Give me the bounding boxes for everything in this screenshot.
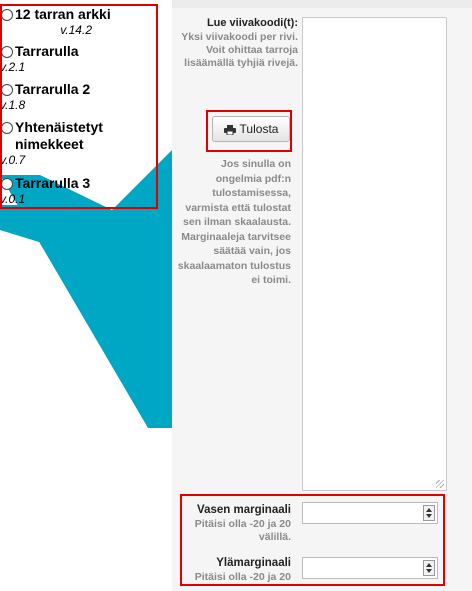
barcode-textarea[interactable] <box>302 17 447 491</box>
print-icon <box>223 124 236 136</box>
label-type-title: Tarrarulla 3 <box>15 175 91 191</box>
spinner-down-icon[interactable] <box>426 569 432 573</box>
left-margin-label: Vasen marginaali <box>197 504 291 516</box>
print-button[interactable]: Tulosta <box>212 116 290 142</box>
radio-button[interactable] <box>1 83 13 96</box>
top-margin-help: Pitäisi olla -20 ja 20 <box>194 571 291 583</box>
label-type-option[interactable]: Yhtenäistetyt nimekkeet v.0.7 <box>0 119 118 167</box>
label-type-title: 12 tarran arkki <box>15 6 111 22</box>
label-type-option[interactable]: Tarrarulla 3 v.0.1 <box>0 175 150 206</box>
barcode-help-text: Yksi viivakoodi per rivi. Voit ohittaa t… <box>181 31 298 69</box>
radio-button[interactable] <box>1 45 13 58</box>
label-type-option[interactable]: Tarrarulla 2 v.1.8 <box>0 81 150 112</box>
label-type-option[interactable]: Tarrarulla v.2.1 <box>0 43 150 74</box>
label-type-list: 12 tarran arkki v.14.2 Tarrarulla v.2.1 … <box>0 0 172 591</box>
panel-top-border <box>172 0 472 8</box>
number-spinner[interactable] <box>423 505 435 521</box>
spinner-up-icon[interactable] <box>426 563 432 567</box>
spinner-down-icon[interactable] <box>426 514 432 518</box>
label-type-version: v.1.8 <box>0 98 26 112</box>
label-type-title: Tarrarulla <box>15 43 79 59</box>
label-type-version: v.2.1 <box>0 60 26 74</box>
radio-button[interactable] <box>1 177 13 190</box>
radio-button[interactable] <box>1 122 13 134</box>
top-margin-input[interactable] <box>302 557 438 579</box>
label-type-option[interactable]: 12 tarran arkki v.14.2 <box>0 6 150 37</box>
number-spinner[interactable] <box>423 560 435 576</box>
left-margin-input[interactable] <box>302 502 438 524</box>
label-type-version: v.14.2 <box>60 23 92 37</box>
label-type-title: Tarrarulla 2 <box>15 81 91 97</box>
label-type-version: v.0.7 <box>0 153 26 167</box>
radio-button[interactable] <box>1 8 13 21</box>
barcode-label: Lue viivakoodi(t): <box>206 17 298 29</box>
top-margin-label: Ylämarginaali <box>216 557 291 569</box>
print-button-label: Tulosta <box>239 122 279 136</box>
pdf-help-note: Jos sinulla on ongelmia pdf:n tulostamis… <box>177 158 291 286</box>
label-type-version: v.0.1 <box>0 192 26 206</box>
spinner-up-icon[interactable] <box>426 508 432 512</box>
resize-grip-icon[interactable] <box>436 480 444 488</box>
print-settings-panel: Lue viivakoodi(t): Yksi viivakoodi per r… <box>172 0 472 591</box>
left-margin-help: Pitäisi olla -20 ja 20 välillä. <box>194 518 291 543</box>
label-type-title: Yhtenäistetyt nimekkeet <box>15 119 103 152</box>
barcode-help: Lue viivakoodi(t): Yksi viivakoodi per r… <box>172 16 298 70</box>
